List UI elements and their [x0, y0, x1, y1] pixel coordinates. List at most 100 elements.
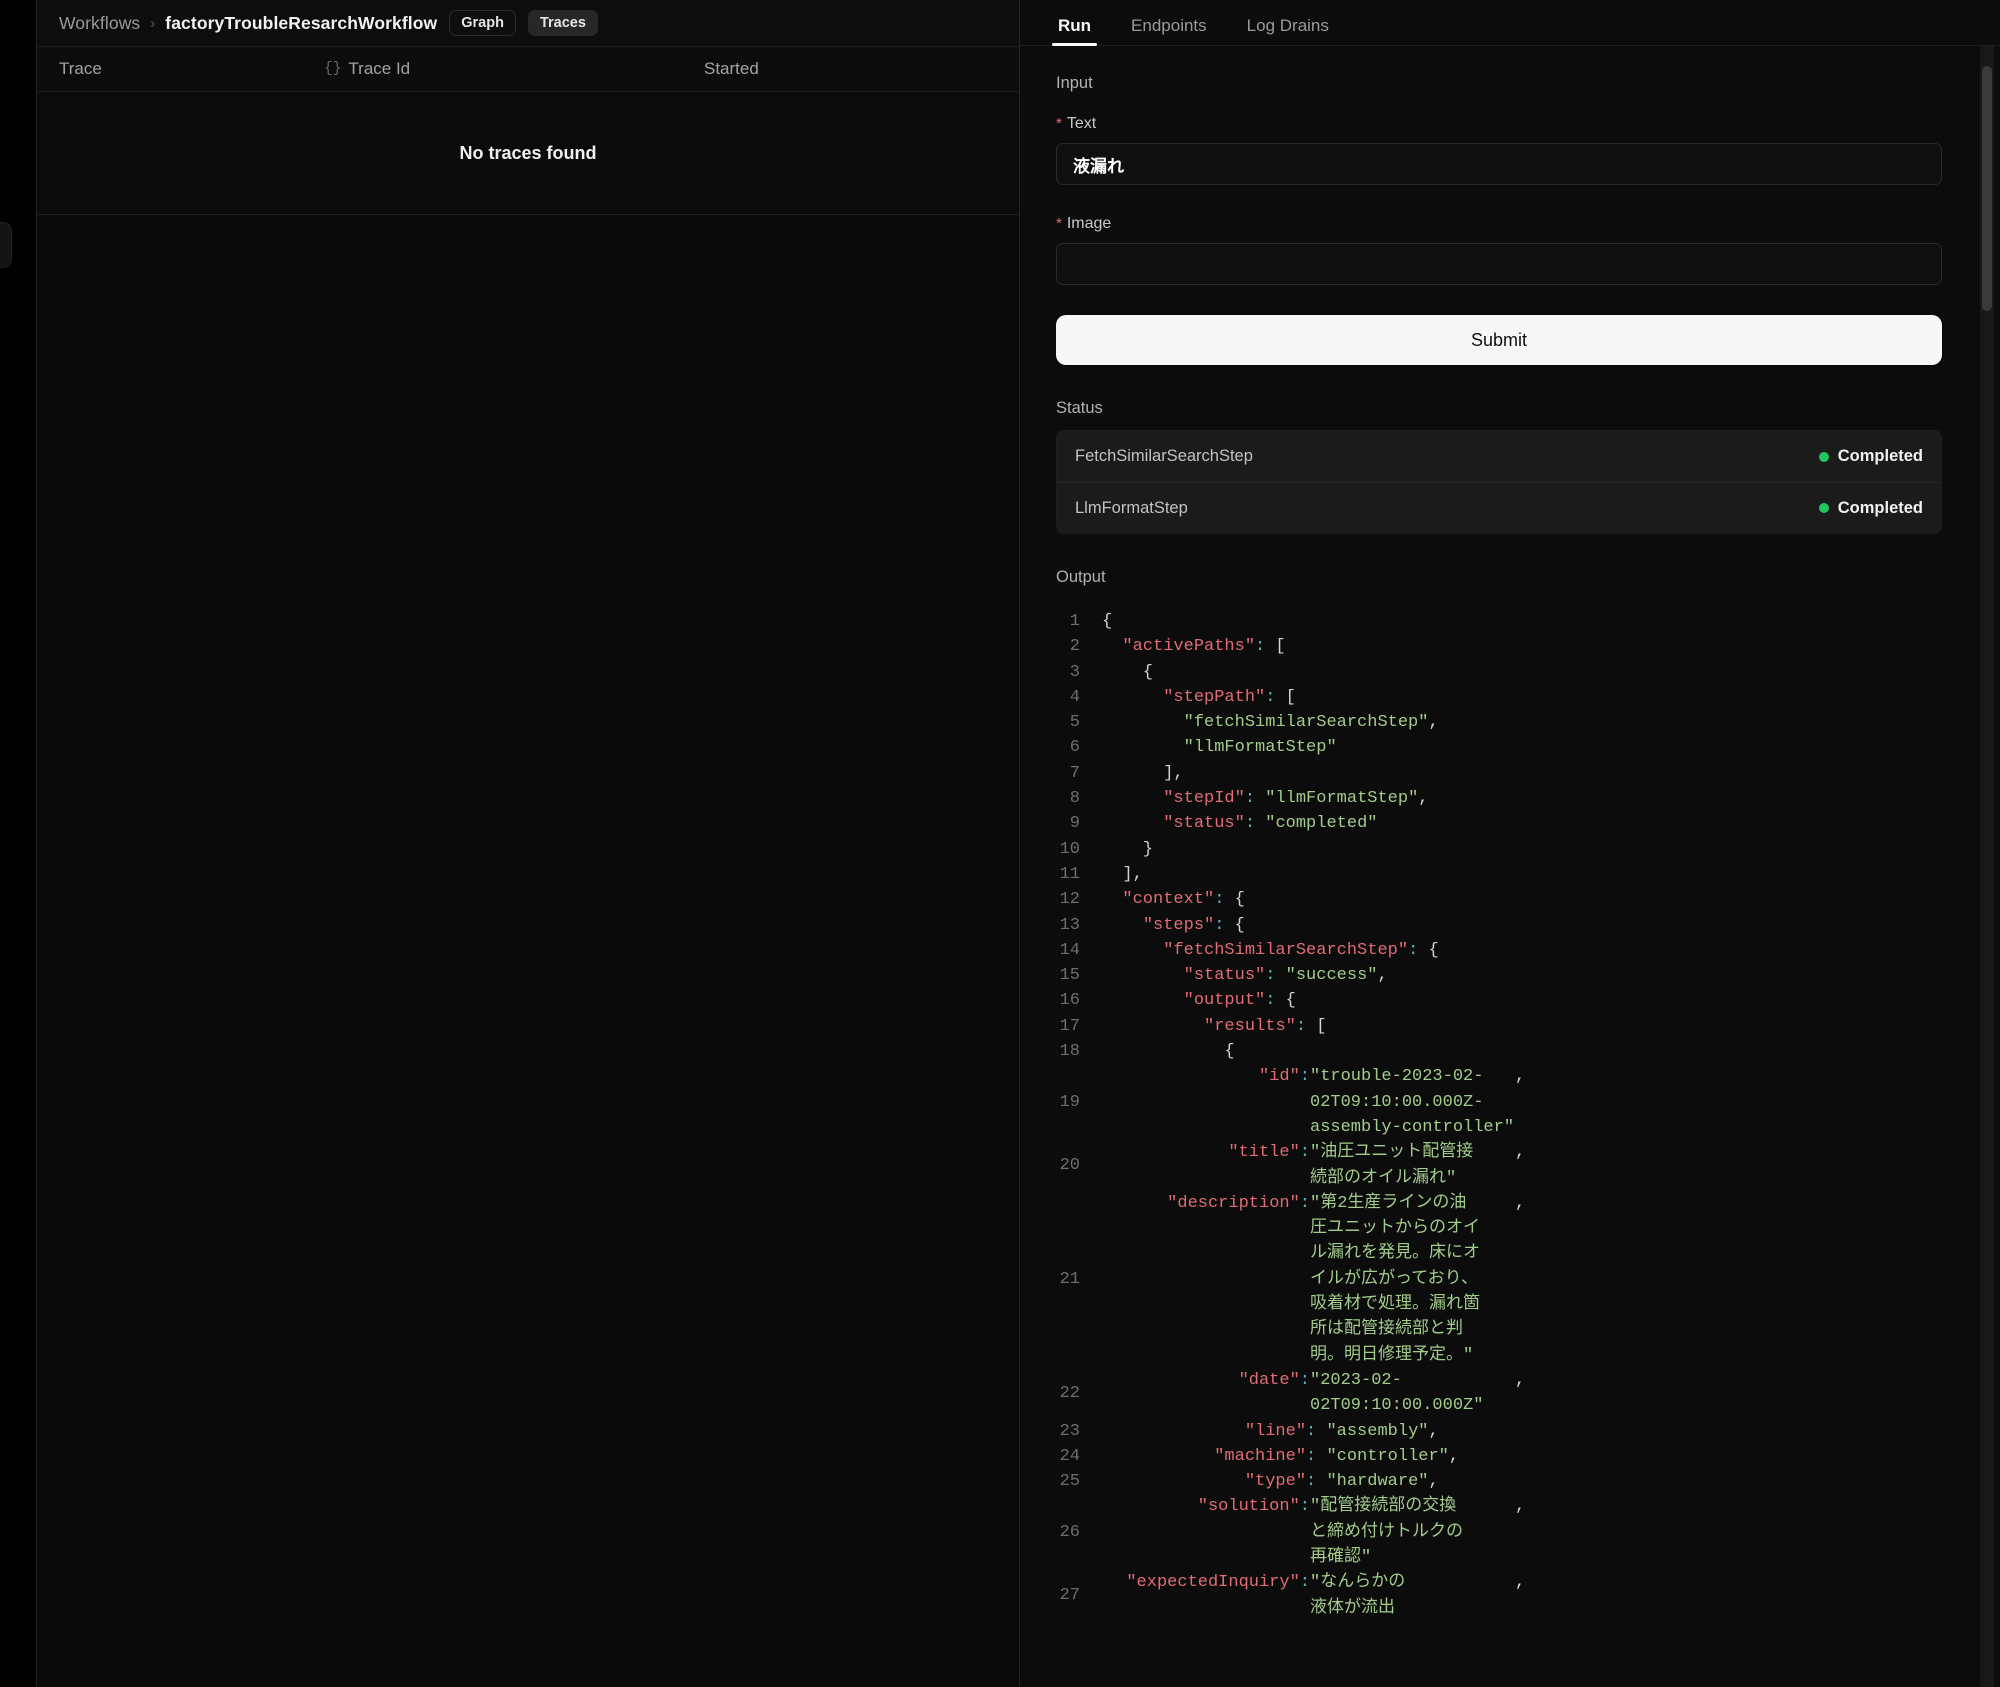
status-state-text: Completed — [1837, 447, 1923, 465]
code-line-number: 23 — [1059, 1421, 1080, 1441]
required-asterisk-icon: * — [1056, 215, 1062, 232]
code-line: 5 "fetchSimilarSearchStep", — [1056, 710, 1942, 735]
breadcrumb-workflows-link[interactable]: Workflows — [59, 13, 140, 34]
graph-button[interactable]: Graph — [449, 9, 516, 37]
code-line-text: "stepId": "llmFormatStep", — [1163, 789, 1429, 809]
traces-table-header: Trace {} Trace Id Started — [37, 46, 1019, 92]
status-dot-icon — [1818, 451, 1829, 462]
status-row: FetchSimilarSearchStep Completed — [1057, 431, 1941, 482]
code-line: 18 { — [1056, 1039, 1942, 1064]
code-line: 14 "fetchSimilarSearchStep": { — [1056, 938, 1942, 963]
traces-button[interactable]: Traces — [527, 9, 598, 37]
column-header-trace: Trace — [59, 59, 102, 78]
column-header-started: Started — [704, 59, 759, 78]
image-input[interactable] — [1056, 243, 1942, 285]
code-line-text: "title": "油圧ユニット配管接, 続部のオイル漏れ" — [1228, 1143, 1526, 1188]
code-line-number: 17 — [1059, 1016, 1080, 1036]
status-badge: Completed — [1818, 447, 1923, 466]
code-line: 12 "context": { — [1056, 887, 1942, 912]
run-pane-tabs: Run Endpoints Log Drains — [1020, 0, 2000, 46]
code-line: 11 ], — [1056, 862, 1942, 887]
code-line: 3 { — [1056, 660, 1942, 685]
code-line-number: 15 — [1059, 966, 1080, 986]
image-field-label: * Image — [1056, 215, 1942, 233]
code-line: 17 "results": [ — [1056, 1014, 1942, 1039]
code-line-text: "steps": { — [1142, 915, 1245, 935]
code-line: 10 } — [1056, 837, 1942, 862]
code-line-text: "output": { — [1183, 991, 1296, 1011]
code-line-text: "expectedInquiry": "なんらかの, 液体が流出 — [1126, 1573, 1526, 1618]
code-line-number: 22 — [1059, 1383, 1080, 1403]
code-line: 19 "id": "trouble-2023-02-, 02T09:10:00.000… — [1056, 1064, 1942, 1140]
left-rail — [0, 0, 36, 1687]
breadcrumb-current-workflow: factoryTroubleResarchWorkflow — [165, 12, 438, 33]
code-line-text: "solution": "配管接続部の交換, と締め付けトルクの 再確認" — [1197, 1497, 1526, 1567]
code-line-text: ], — [1102, 763, 1184, 783]
output-code-block[interactable]: 1{2 "activePaths": [3 {4 "stepPath": [5 … — [1056, 609, 1942, 1621]
code-line-number: 10 — [1059, 839, 1080, 859]
status-list: FetchSimilarSearchStep Completed LlmForm… — [1056, 430, 1942, 534]
code-line: 23 "line": "assembly", — [1056, 1419, 1942, 1444]
run-scroll-area: Input * Text 液漏れ * Image Submit Status F… — [1020, 46, 2000, 1687]
code-line-number: 11 — [1059, 864, 1080, 884]
code-line-text: "results": [ — [1204, 1016, 1327, 1036]
code-line: 21 "description": "第2生産ラインの油, 圧ユニットからのオイ ル漏れ… — [1056, 1191, 1942, 1368]
code-line-number: 4 — [1069, 687, 1080, 707]
text-field-label-text: Text — [1066, 115, 1097, 132]
code-line-number: 25 — [1059, 1472, 1080, 1492]
traces-pane: Workflows › factoryTroubleResarchWorkflo… — [36, 0, 1019, 1687]
run-pane: Run Endpoints Log Drains Input * Text 液漏… — [1019, 0, 2000, 1687]
code-line-number: 19 — [1059, 1092, 1080, 1112]
code-line-text: { — [1102, 1042, 1235, 1062]
code-line: 7 ], — [1056, 761, 1942, 786]
code-line-text: "fetchSimilarSearchStep": { — [1163, 940, 1439, 960]
breadcrumb-separator-icon: › — [150, 14, 156, 32]
code-line-text: "llmFormatStep" — [1183, 738, 1337, 758]
output-section-label: Output — [1056, 568, 1106, 586]
image-field-group: * Image — [1056, 215, 1942, 285]
submit-button[interactable]: Submit — [1056, 315, 1942, 365]
code-line-number: 14 — [1059, 940, 1080, 960]
text-input[interactable]: 液漏れ — [1056, 143, 1942, 185]
sidebar-toggle-handle[interactable] — [0, 222, 12, 268]
status-badge: Completed — [1818, 499, 1923, 518]
required-asterisk-icon: * — [1056, 115, 1062, 132]
traces-table-filler — [37, 215, 1019, 1687]
code-line-number: 2 — [1069, 637, 1080, 657]
traces-empty-state: No traces found — [37, 92, 1019, 215]
vertical-scrollbar-thumb[interactable] — [1982, 66, 1992, 311]
code-line-text: "stepPath": [ — [1163, 687, 1296, 707]
code-line-text: "machine": "controller", — [1214, 1446, 1460, 1466]
code-line-number: 24 — [1059, 1446, 1080, 1466]
code-line-number: 21 — [1059, 1269, 1080, 1289]
code-line-number: 12 — [1059, 890, 1080, 910]
code-line: 27 "expectedInquiry": "なんらかの, 液体が流出 — [1056, 1570, 1942, 1621]
code-line-text: "activePaths": [ — [1122, 637, 1286, 657]
code-line-number: 8 — [1069, 789, 1080, 809]
column-header-trace-id: {} Trace Id — [324, 59, 704, 79]
code-line-number: 27 — [1059, 1585, 1080, 1605]
tab-log-drains[interactable]: Log Drains — [1227, 17, 1349, 45]
tab-run[interactable]: Run — [1038, 17, 1111, 46]
code-line-text: "type": "hardware", — [1244, 1472, 1439, 1492]
code-line-text: "description": "第2生産ラインの油, 圧ユニットからのオイ ル漏れを発… — [1167, 1193, 1526, 1365]
code-line: 15 "status": "success", — [1056, 963, 1942, 988]
column-header-trace-id-label: Trace Id — [348, 59, 411, 78]
tab-endpoints[interactable]: Endpoints — [1111, 17, 1227, 45]
no-traces-message: No traces found — [459, 142, 597, 163]
code-line: 22 "date": "2023-02-, 02T09:10:00.000Z" — [1056, 1368, 1942, 1419]
input-section-label: Input — [1056, 74, 1093, 92]
code-line-number: 6 — [1069, 738, 1080, 758]
code-line-text: } — [1102, 839, 1154, 859]
code-line-number: 3 — [1069, 662, 1080, 682]
code-line: 1{ — [1056, 609, 1942, 634]
breadcrumb: Workflows › factoryTroubleResarchWorkflo… — [37, 0, 1019, 46]
code-line-text: "context": { — [1122, 890, 1245, 910]
code-line: 4 "stepPath": [ — [1056, 685, 1942, 710]
code-line-number: 7 — [1069, 763, 1080, 783]
code-line: 2 "activePaths": [ — [1056, 634, 1942, 659]
text-field-label: * Text — [1056, 115, 1942, 133]
app-root: Workflows › factoryTroubleResarchWorkflo… — [0, 0, 2000, 1687]
code-line-number: 13 — [1059, 915, 1080, 935]
code-line-number: 9 — [1069, 814, 1080, 834]
